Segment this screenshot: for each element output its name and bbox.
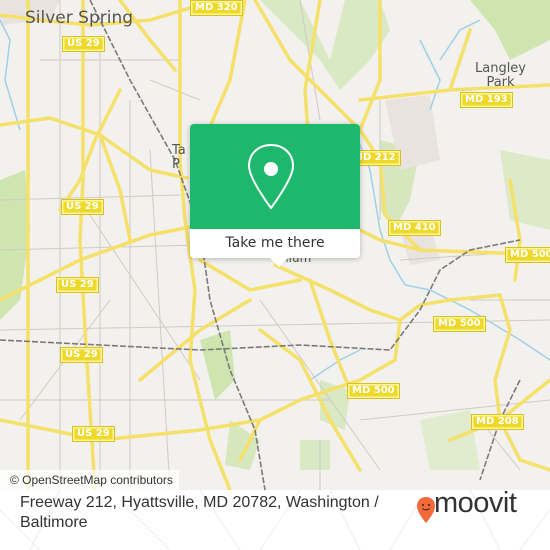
- map-attribution[interactable]: © OpenStreetMap contributors: [0, 470, 179, 490]
- road-shield-us-29-c: US 29: [56, 277, 99, 293]
- road-shield-md-320: MD 320: [190, 0, 243, 16]
- road-shield-md-410: MD 410: [388, 220, 441, 236]
- place-label-silver-spring: Silver Spring: [25, 8, 134, 28]
- moovit-brand-text[interactable]: moovit: [434, 487, 517, 520]
- road-shield-md-500-south: MD 500: [347, 383, 400, 399]
- footer: Freeway 212, Hyattsville, MD 20782, Wash…: [0, 487, 550, 550]
- map-pin-icon: [247, 143, 295, 210]
- location-popup: Take me there: [190, 124, 360, 267]
- address-text: Freeway 212, Hyattsville, MD 20782, Wash…: [20, 494, 379, 531]
- road-shield-us-29-d: US 29: [60, 347, 103, 363]
- road-shield-md-208: MD 208: [471, 414, 524, 430]
- place-label-langley-park: Langley Park: [475, 61, 527, 90]
- road-shield-us-29-e: US 29: [72, 426, 115, 442]
- road-shield-us-29-b: US 29: [61, 199, 104, 215]
- road-shield-md-193: MD 193: [460, 92, 513, 108]
- map-view[interactable]: Silver Spring Langley Park Ta P illum MD…: [0, 0, 550, 490]
- popup-header: [190, 124, 360, 229]
- road-shield-md-500-center: MD 500: [433, 316, 486, 332]
- road-shield-md-500-east: MD 500: [505, 247, 550, 263]
- place-label-takoma-park: Ta P: [172, 143, 186, 172]
- popup-pointer: [270, 258, 288, 267]
- road-shield-us-29-a: US 29: [62, 36, 105, 52]
- take-me-there-button[interactable]: Take me there: [190, 229, 360, 258]
- moovit-logo-icon: [417, 497, 435, 523]
